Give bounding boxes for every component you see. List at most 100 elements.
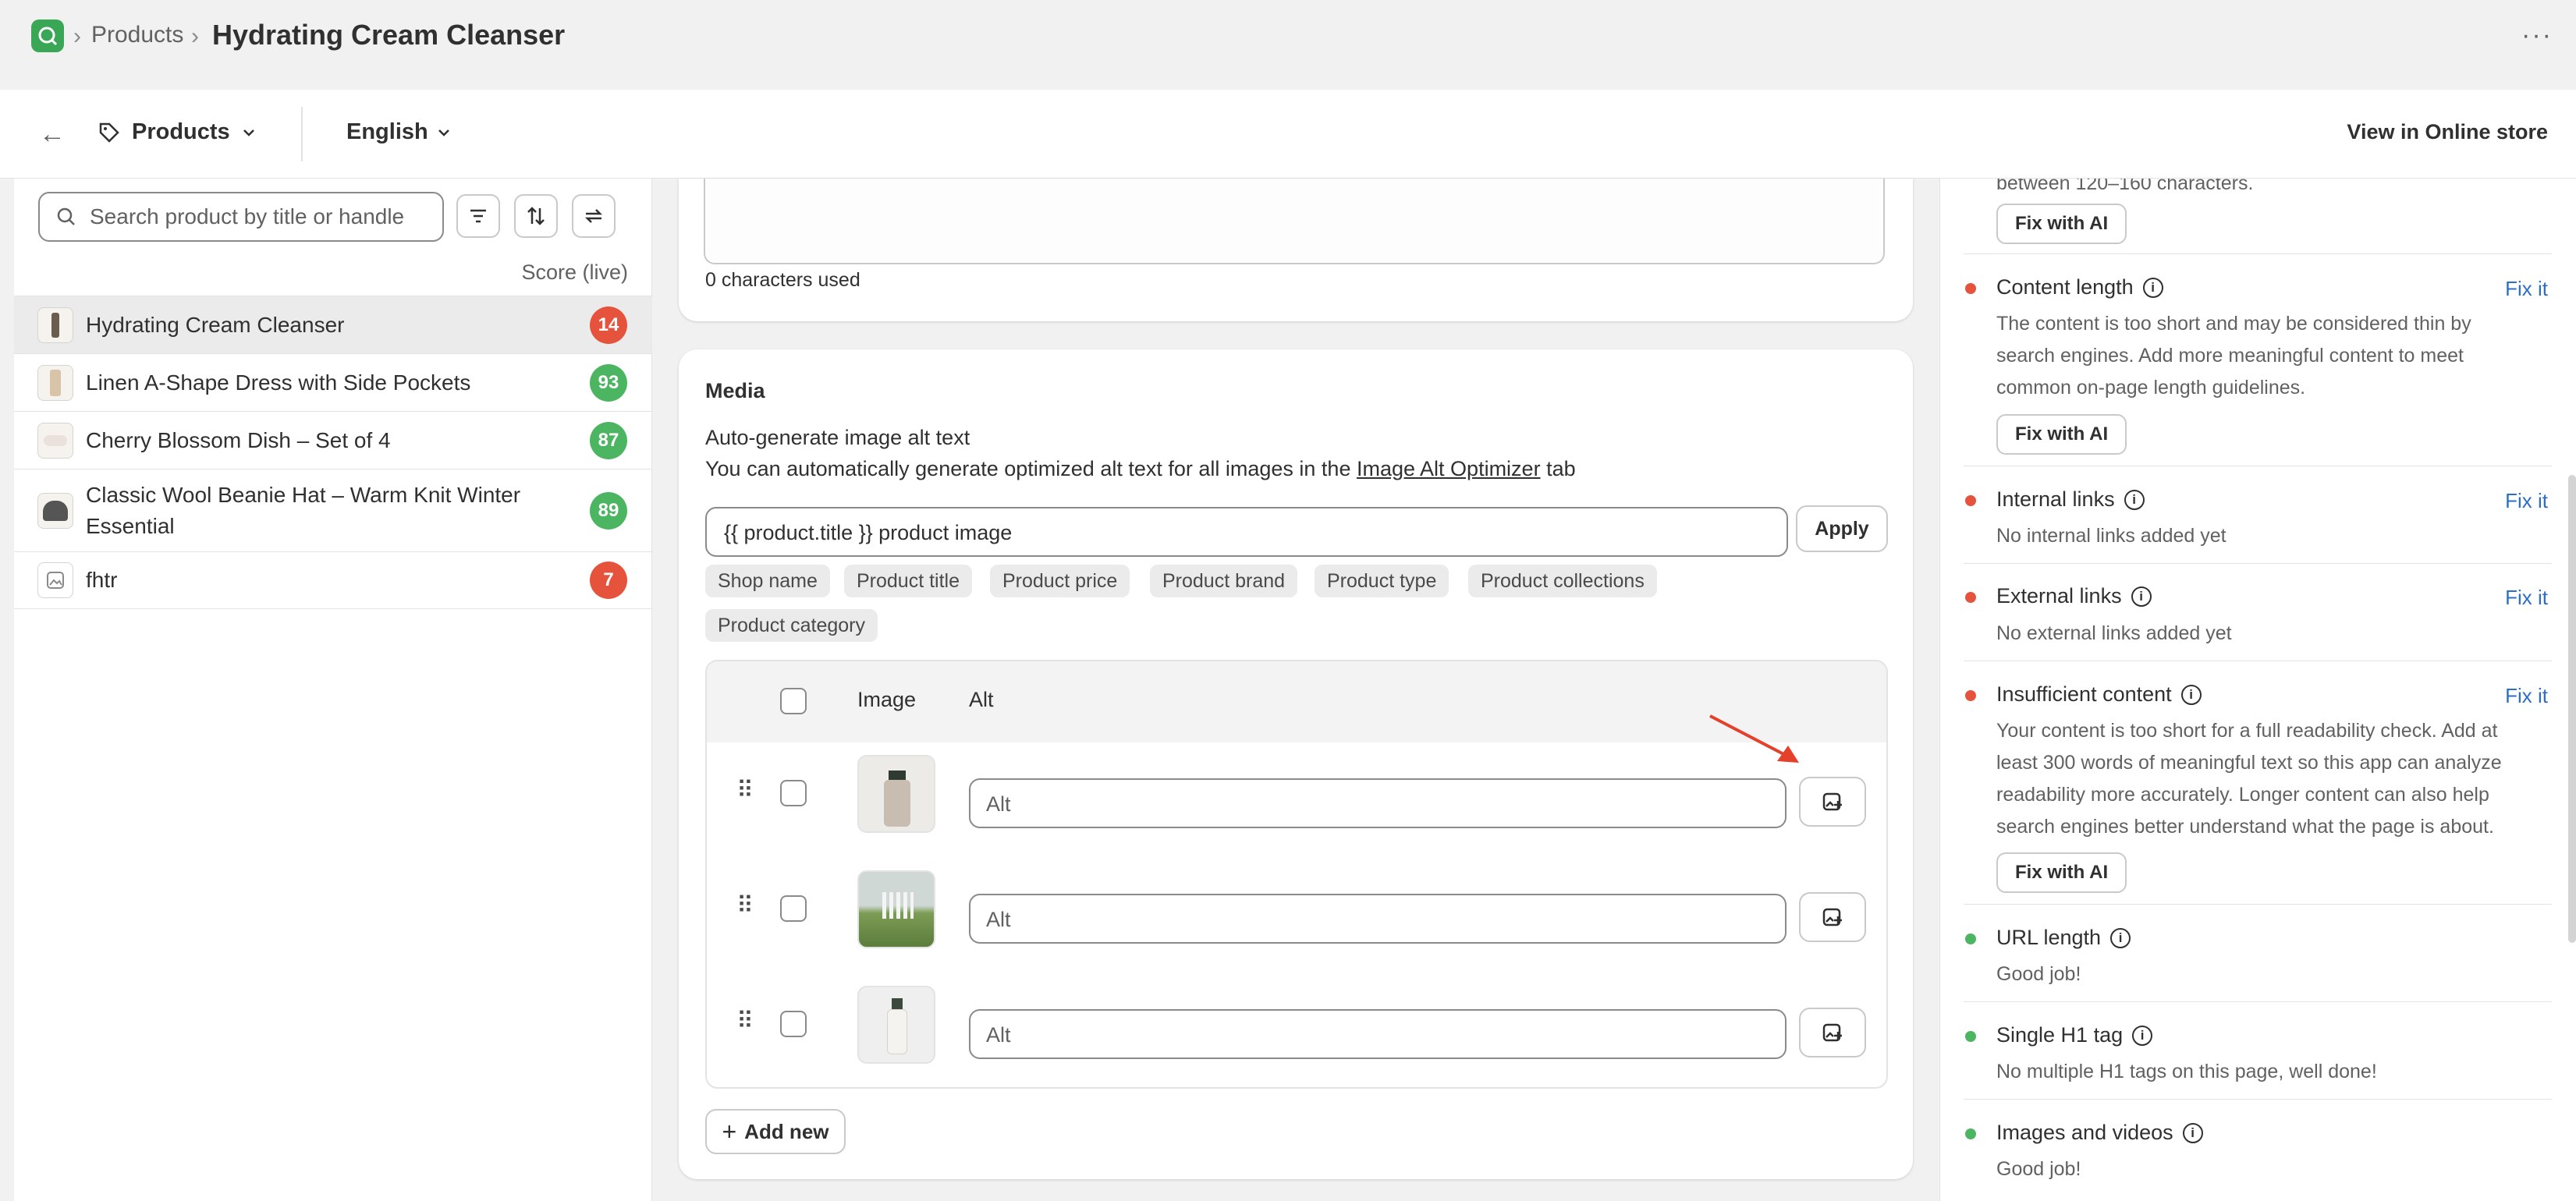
product-sidebar: Search product by title or handle Score … [14, 179, 652, 1201]
info-icon[interactable]: i [2110, 927, 2131, 948]
info-icon[interactable]: i [2142, 277, 2163, 298]
chip-product-type[interactable]: Product type [1315, 565, 1449, 597]
info-icon[interactable]: i [2124, 489, 2145, 510]
product-row[interactable]: Linen A-Shape Dress with Side Pockets 93 [14, 353, 652, 411]
image-alt-optimizer-link[interactable]: Image Alt Optimizer [1357, 457, 1541, 480]
generate-alt-button[interactable] [1799, 777, 1866, 827]
description-textarea[interactable] [704, 179, 1885, 264]
generate-alt-button[interactable] [1799, 892, 1866, 942]
row-checkbox[interactable] [780, 895, 807, 922]
fix-it-link[interactable]: Fix it [2505, 684, 2548, 708]
fix-with-ai-button[interactable]: Fix with AI [1996, 852, 2127, 893]
page-title: Hydrating Cream Cleanser [212, 19, 566, 51]
score-badge: 14 [590, 306, 627, 344]
more-options-icon[interactable]: ··· [2521, 20, 2553, 51]
check-description: No multiple H1 tags on this page, well d… [1996, 1061, 2377, 1082]
filter-button[interactable] [456, 194, 500, 238]
top-bar: › Products › Hydrating Cream Cleanser ··… [0, 0, 2576, 73]
alt-input[interactable]: Alt [969, 778, 1787, 828]
refresh-button[interactable] [572, 194, 616, 238]
check-external-links: External links i [1996, 584, 2152, 608]
chip-product-price[interactable]: Product price [990, 565, 1130, 597]
fix-it-link[interactable]: Fix it [2505, 489, 2548, 513]
row-checkbox[interactable] [780, 1011, 807, 1037]
check-title: Insufficient content [1996, 682, 2172, 706]
alt-placeholder: Alt [986, 908, 1011, 931]
info-icon[interactable]: i [2131, 586, 2152, 607]
chip-product-brand[interactable]: Product brand [1150, 565, 1298, 597]
chevron-right-icon: › [191, 23, 199, 49]
fix-it-link[interactable]: Fix it [2505, 586, 2548, 610]
fix-with-ai-button[interactable]: Fix with AI [1996, 204, 2127, 244]
media-title: Media [705, 379, 765, 402]
resource-type-label: Products [132, 119, 230, 144]
resource-type-dropdown[interactable]: Products [98, 119, 257, 145]
alt-placeholder: Alt [986, 792, 1011, 816]
view-in-online-store-link[interactable]: View in Online store [2347, 120, 2548, 144]
fix-it-link[interactable]: Fix it [2505, 277, 2548, 301]
chip-product-category[interactable]: Product category [705, 609, 878, 642]
info-icon[interactable]: i [2132, 1025, 2153, 1046]
product-name: Linen A-Shape Dress with Side Pockets [86, 370, 471, 395]
autogen-alt-description: You can automatically generate optimized… [705, 457, 1576, 481]
product-name: Cherry Blossom Dish – Set of 4 [86, 427, 391, 452]
chip-shop-name[interactable]: Shop name [705, 565, 830, 597]
check-title: Internal links [1996, 487, 2115, 511]
annotation-arrow-icon [1709, 714, 1799, 763]
check-title: Content length [1996, 275, 2134, 299]
alt-input[interactable]: Alt [969, 1009, 1787, 1059]
alt-input[interactable]: Alt [969, 894, 1787, 944]
search-icon [57, 207, 75, 225]
row-checkbox[interactable] [780, 780, 807, 806]
status-dot-fail [1965, 283, 1976, 294]
add-new-button[interactable]: + Add new [705, 1109, 846, 1154]
check-content-length: Content length i [1996, 275, 2163, 299]
check-title: Single H1 tag [1996, 1023, 2124, 1047]
check-description: Good job! [1996, 963, 2081, 985]
status-dot-pass [1965, 1031, 1976, 1042]
divider [1964, 1099, 2552, 1100]
column-image: Image [857, 688, 917, 711]
breadcrumb-products[interactable]: Products [91, 22, 183, 48]
score-badge: 87 [590, 421, 627, 459]
chip-product-title[interactable]: Product title [844, 565, 973, 597]
app-logo-icon[interactable] [31, 19, 64, 52]
drag-handle-icon[interactable]: ⠿ [736, 1008, 754, 1035]
generate-alt-button[interactable] [1799, 1008, 1866, 1058]
chip-product-collections[interactable]: Product collections [1468, 565, 1657, 597]
check-internal-links: Internal links i [1996, 487, 2145, 512]
add-new-label: Add new [744, 1119, 829, 1143]
column-alt: Alt [969, 688, 994, 711]
refresh-icon [584, 209, 603, 223]
product-image-thumbnail[interactable] [857, 755, 935, 833]
drag-handle-icon[interactable]: ⠿ [736, 777, 754, 804]
info-icon[interactable]: i [2180, 684, 2202, 705]
divider [1964, 253, 2552, 254]
drag-handle-icon[interactable]: ⠿ [736, 892, 754, 919]
divider [1964, 1001, 2552, 1002]
scrollbar[interactable] [2568, 475, 2576, 943]
product-image-thumbnail[interactable] [857, 870, 935, 948]
apply-button[interactable]: Apply [1796, 505, 1888, 552]
character-count: 0 characters used [705, 269, 860, 291]
status-dot-fail [1965, 690, 1976, 701]
product-row[interactable]: Cherry Blossom Dish – Set of 4 87 [14, 411, 652, 469]
alt-template-input[interactable]: {{ product.title }} product image [705, 507, 1788, 557]
check-description: Good job! [1996, 1158, 2081, 1180]
language-dropdown[interactable]: English [346, 119, 452, 145]
fix-with-ai-button[interactable]: Fix with AI [1996, 414, 2127, 455]
info-icon[interactable]: i [2182, 1122, 2203, 1143]
product-image-thumbnail[interactable] [857, 986, 935, 1064]
image-ai-icon [1822, 792, 1842, 811]
status-dot-fail [1965, 592, 1976, 603]
select-all-checkbox[interactable] [780, 688, 807, 714]
product-row[interactable]: fhtr 7 [14, 551, 652, 609]
product-name: fhtr [86, 568, 118, 592]
search-input[interactable]: Search product by title or handle [38, 192, 444, 242]
check-url-length: URL length i [1996, 926, 2131, 950]
product-row[interactable]: Hydrating Cream Cleanser 14 [14, 296, 652, 353]
product-name: Hydrating Cream Cleanser [86, 312, 345, 337]
product-row[interactable]: Classic Wool Beanie Hat – Warm Knit Wint… [14, 469, 652, 551]
back-arrow-icon[interactable]: ← [39, 119, 66, 150]
sort-button[interactable] [514, 194, 558, 238]
